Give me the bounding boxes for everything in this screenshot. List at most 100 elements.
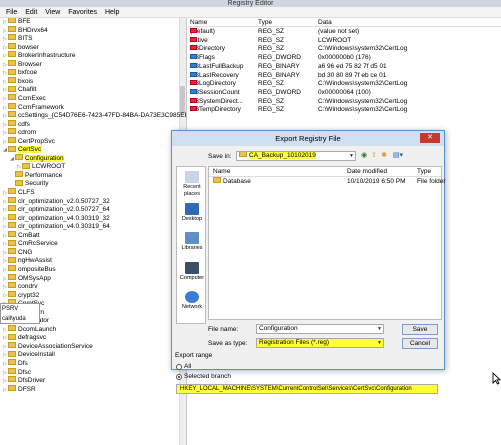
tree-item[interactable]: ▷ CcmFramework <box>2 102 64 112</box>
tree-item[interactable]: ▷ CcmExec <box>2 94 46 103</box>
folder-icon <box>8 102 16 109</box>
tree-item[interactable]: ▷ bowser <box>2 42 39 52</box>
folder-icon <box>8 282 16 289</box>
tree-item[interactable]: ▷ clr_optimization_v4.0.30319_32 <box>2 213 110 223</box>
value-row[interactable]: DBDirectory REG_SZ C:\Windows\system32\Cer… <box>188 45 501 53</box>
close-icon[interactable]: ✕ <box>420 133 440 143</box>
tree-item[interactable]: ▷ LCWROOT <box>16 162 65 171</box>
menu-favorites[interactable]: Favorites <box>68 7 97 18</box>
tree-item[interactable]: ▷ DeviceInstall <box>2 350 55 359</box>
save-as-value: Registration Files (*.reg) <box>259 339 330 346</box>
folder-icon <box>8 34 16 41</box>
column-type[interactable]: Type <box>258 18 272 27</box>
tree-item[interactable]: ▷ ngHwAssist <box>2 256 52 265</box>
tree-item[interactable]: ▷ bxois <box>2 77 33 86</box>
tree-item[interactable]: ▷ BHDrvx64 <box>2 25 48 35</box>
tree-item[interactable]: ▷ DFSR <box>2 384 36 394</box>
place-network[interactable]: Network <box>177 291 207 311</box>
tree-item[interactable]: ▷ DeviceAssociationService <box>2 342 93 351</box>
file-column-date[interactable]: Date modified <box>347 167 387 177</box>
place-recent[interactable]: Recent places <box>177 171 207 198</box>
folder-icon <box>8 256 16 263</box>
tree-item-label: defragsvc <box>18 334 47 342</box>
tree-item[interactable]: ▷ BFE <box>2 18 31 26</box>
tree-scroll-thumb[interactable] <box>180 86 185 114</box>
menu-edit[interactable]: Edit <box>25 7 37 18</box>
window-title: Registry Editor <box>227 0 274 7</box>
tree-item[interactable]: ▷ Dfs <box>2 359 28 368</box>
file-name-input[interactable]: Configuration ▼ <box>256 324 384 334</box>
tree-item[interactable]: Performance <box>9 171 62 180</box>
tree-item[interactable]: ▷ Dfsc <box>2 367 31 377</box>
tree-item[interactable]: ▷ clr_optimization_v2.0.50727_32 <box>2 196 110 206</box>
folder-icon <box>8 196 16 203</box>
tree-item[interactable]: ▷ BrokerInfrastructure <box>2 51 75 60</box>
tree-item[interactable]: ▷ defragsvc <box>2 333 47 342</box>
tree-item[interactable]: ▷ Cbafilt <box>2 85 36 94</box>
file-row[interactable]: Database 10/10/2019 6:50 PM File folder <box>209 177 446 186</box>
value-row[interactable]: Active REG_SZ LCWROOT <box>188 36 501 45</box>
menu-view[interactable]: View <box>45 7 60 18</box>
tree-item-label: OMSysApp <box>18 274 51 282</box>
file-column-name[interactable]: Name <box>213 167 230 177</box>
new-folder-icon[interactable]: ✱ <box>380 152 388 160</box>
tree-item[interactable]: ▷ CLFS <box>2 188 35 197</box>
place-computer[interactable]: Computer <box>177 262 207 282</box>
tree-item[interactable]: ▷ DcomLaunch <box>2 325 56 334</box>
tree-item[interactable]: ▷ clr_optimization_v4.0.30319_64 <box>2 222 110 231</box>
folder-icon <box>8 248 16 255</box>
tree-item[interactable]: ▷ Browser <box>2 60 42 69</box>
tree-item[interactable]: ▷ bxfcoe <box>2 68 37 77</box>
menu-file[interactable]: File <box>6 7 17 18</box>
tree-item[interactable]: ▷ crypt32 <box>2 290 39 300</box>
tree-item[interactable]: ▷ BITS <box>2 34 32 43</box>
place-libraries[interactable]: Libraries <box>177 232 207 252</box>
file-column-type[interactable]: Type <box>417 167 431 177</box>
place-desktop[interactable]: Desktop <box>177 203 207 223</box>
file-name-label: File name: <box>208 326 239 333</box>
tree-item[interactable]: ▷ CmBatt <box>2 231 40 240</box>
cancel-button[interactable]: Cancel <box>402 338 438 349</box>
tree-item[interactable]: ◢ Configuration <box>9 154 64 163</box>
tree-item[interactable]: ▷ condrv <box>2 282 38 291</box>
tree-item-label: ccSettings_{C54D76E6-7423-47FD-84BA-DA73… <box>18 112 187 120</box>
tree-item[interactable]: ▷ clr_optimization_v2.0.50727_64 <box>2 205 110 214</box>
tree-item-label: ompositeBus <box>18 265 56 273</box>
save-button[interactable]: Save <box>402 324 438 335</box>
save-as-dropdown[interactable]: Registration Files (*.reg) ▼ <box>256 338 384 348</box>
up-folder-icon[interactable]: ⇧ <box>370 152 378 160</box>
view-menu-icon[interactable]: ▤▾ <box>391 152 405 160</box>
value-name: DBSessionCount <box>190 88 240 96</box>
value-row[interactable]: DBTempDirectory REG_SZ C:\Windows\system32… <box>188 106 501 114</box>
branch-path-input[interactable]: HKEY_LOCAL_MACHINE\SYSTEM\CurrentControl… <box>176 384 438 394</box>
tree-item-label: CertPropSvc <box>18 137 55 145</box>
column-name[interactable]: Name <box>190 18 207 27</box>
tree-item[interactable]: ◢ CertSvc <box>2 145 42 154</box>
column-data[interactable]: Data <box>318 18 332 27</box>
tree-item[interactable]: ▷ cdrom <box>2 128 36 137</box>
value-row[interactable]: DBFlags REG_DWORD 0x000000b0 (176) <box>188 54 501 62</box>
tree-item[interactable]: ▷ CmRcService <box>2 239 58 248</box>
value-name-cell: DBLastRecovery <box>190 71 239 80</box>
value-row[interactable]: DBLastFullBackup REG_BINARY a6 96 ed 75 82… <box>188 62 501 71</box>
value-row[interactable]: DBSessionCount REG_DWORD 0x00000064 (100) <box>188 88 501 97</box>
tree-item[interactable]: ▷ OMSysApp <box>2 273 51 283</box>
tree-item[interactable]: ▷ DfsDriver <box>2 376 45 385</box>
value-row[interactable]: (Default) REG_SZ (value not set) <box>188 28 501 36</box>
value-row[interactable]: DBSystemDirect... REG_SZ C:\Windows\system… <box>188 97 501 106</box>
tree-item[interactable]: ▷ CNG <box>2 248 32 257</box>
value-row[interactable]: DBLastRecovery REG_BINARY bd 30 80 89 7f e… <box>188 71 501 80</box>
file-type-cell: File folder <box>417 178 446 185</box>
menu-help[interactable]: Help <box>105 7 119 18</box>
all-radio[interactable] <box>176 364 182 370</box>
tree-item[interactable]: ▷ cdfs <box>2 119 30 129</box>
tree-item[interactable]: Security <box>9 179 48 188</box>
selected-branch-radio[interactable] <box>176 374 182 380</box>
value-type-cell: REG_SZ <box>258 36 285 44</box>
value-row[interactable]: DBLogDirectory REG_SZ C:\Windows\system32\… <box>188 80 501 88</box>
back-icon[interactable]: ◉ <box>360 152 368 160</box>
tree-item[interactable]: ▷ ompositeBus <box>2 265 56 274</box>
tree-item[interactable]: ▷ CertPropSvc <box>2 136 55 146</box>
save-in-dropdown[interactable]: CA_Backup_10102019 ▼ <box>236 151 356 161</box>
tree-item[interactable]: ▷ ccSettings_{C54D76E6-7423-47FD-84BA-DA7… <box>2 111 187 120</box>
